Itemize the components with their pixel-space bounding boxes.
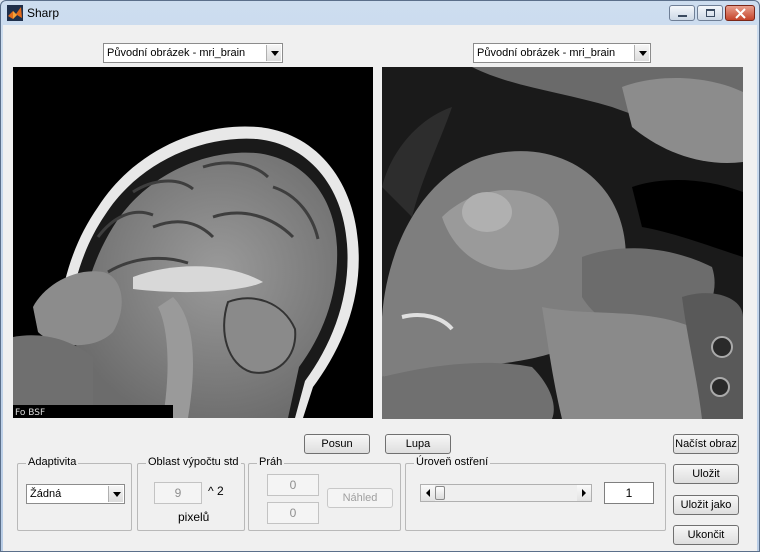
chevron-down-icon (634, 45, 649, 61)
uroven-value-field[interactable]: 1 (604, 482, 654, 504)
oblast-legend: Oblast výpočtu std (146, 456, 241, 468)
close-icon (735, 8, 746, 19)
uroven-group: Úroveň ostření 1 (405, 456, 666, 531)
slider-right-arrow-icon[interactable] (577, 485, 591, 501)
client-area: Původní obrázek - mri_brain Fo BSF Původ… (3, 25, 757, 551)
oblast-group: Oblast výpočtu std 9 ^ 2 pixelů (137, 456, 245, 531)
close-button[interactable] (725, 5, 755, 21)
left-image-dropdown[interactable]: Původní obrázek - mri_brain (103, 43, 283, 63)
nacist-obraz-button[interactable]: Načíst obraz (673, 434, 739, 454)
right-image-dropdown[interactable]: Původní obrázek - mri_brain (473, 43, 651, 63)
matlab-logo-icon (7, 5, 23, 21)
ukoncit-button[interactable]: Ukončit (673, 525, 739, 545)
image-caption: Fo BSF (15, 408, 45, 418)
slider-left-arrow-icon[interactable] (421, 485, 435, 501)
left-dropdown-value: Původní obrázek - mri_brain (107, 47, 246, 59)
adaptivita-value: Žádná (30, 488, 62, 500)
mri-zoomed-image (382, 67, 743, 419)
right-dropdown-value: Původní obrázek - mri_brain (477, 47, 616, 59)
adaptivita-dropdown[interactable]: Žádná (26, 484, 125, 504)
lupa-button[interactable]: Lupa (385, 434, 451, 454)
adaptivita-group: Adaptivita Žádná (17, 456, 132, 531)
chevron-down-icon (108, 486, 123, 502)
uroven-slider[interactable] (420, 484, 592, 502)
left-image-view[interactable]: Fo BSF (13, 67, 373, 418)
prah-legend: Práh (257, 456, 285, 468)
ulozit-jako-button[interactable]: Uložit jako (673, 495, 739, 515)
app-window: Sharp Původní obrázek - mri_brain Fo BSF… (0, 0, 760, 552)
nahled-button[interactable]: Náhled (327, 488, 393, 508)
prah-field-1[interactable]: 0 (267, 474, 319, 496)
maximize-button[interactable] (697, 5, 723, 21)
prah-field-2[interactable]: 0 (267, 502, 319, 524)
right-image-view[interactable] (382, 67, 743, 419)
posun-button[interactable]: Posun (304, 434, 370, 454)
oblast-exponent-label: ^ 2 (208, 484, 224, 498)
minimize-icon (678, 15, 687, 17)
oblast-size-field[interactable]: 9 (154, 482, 202, 504)
maximize-icon (706, 9, 715, 17)
prah-group: Práh 0 0 Náhled (248, 456, 401, 531)
window-title: Sharp (27, 6, 60, 20)
slider-thumb[interactable] (435, 486, 445, 500)
adaptivita-legend: Adaptivita (26, 456, 79, 468)
mri-original-image: Fo BSF (13, 67, 373, 418)
oblast-unit-label: pixelů (178, 510, 210, 524)
title-bar[interactable]: Sharp (1, 1, 759, 25)
minimize-button[interactable] (669, 5, 695, 21)
ulozit-button[interactable]: Uložit (673, 464, 739, 484)
chevron-down-icon (266, 45, 281, 61)
uroven-legend: Úroveň ostření (414, 456, 491, 468)
